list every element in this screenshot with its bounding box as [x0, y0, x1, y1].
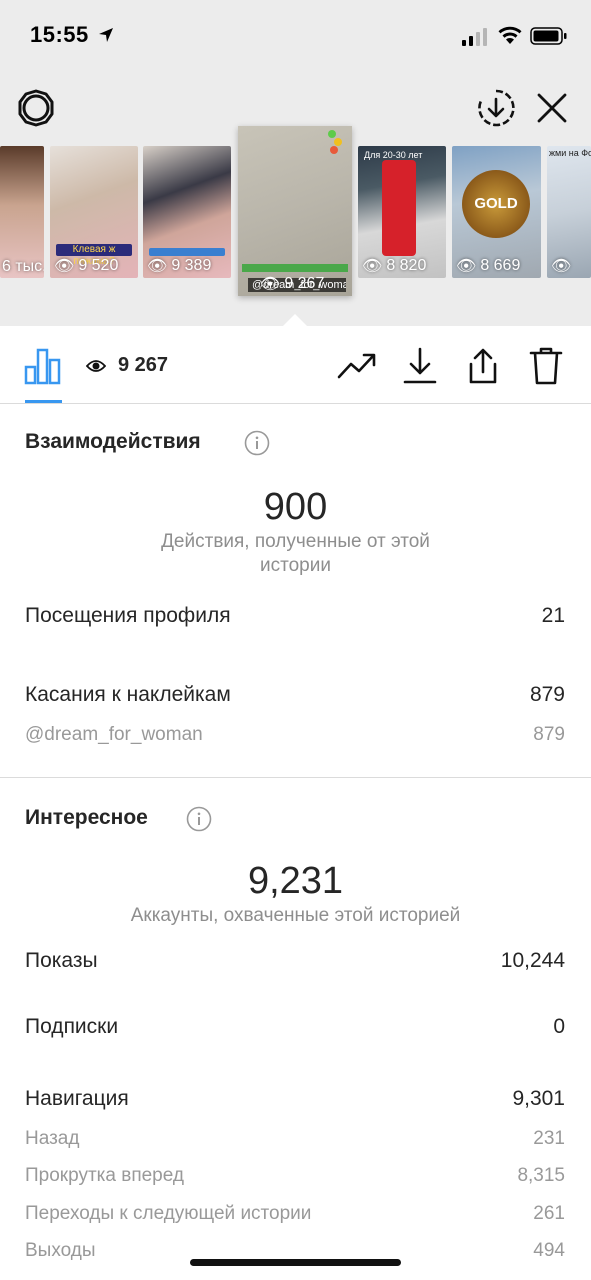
story-thumbnail[interactable]: 6 тыс.	[0, 146, 44, 278]
story-thumbnail[interactable]: GOLD 👁 8 669	[452, 146, 541, 278]
wifi-icon	[498, 26, 522, 44]
stat-label: Показы	[25, 949, 98, 972]
info-icon[interactable]	[186, 806, 212, 832]
stat-value: 21	[541, 604, 565, 627]
active-tab-indicator	[25, 400, 62, 403]
stat-label: Подписки	[25, 1015, 119, 1038]
selected-story-thumbnail[interactable]: @dream_for_woman 👁 9 267	[238, 126, 352, 296]
eye-icon: 👁	[551, 258, 572, 275]
stat-value: 8,315	[517, 1165, 565, 1186]
trend-up-icon	[337, 353, 376, 379]
stat-value: 10,244	[500, 949, 565, 972]
stat-subrow: Назад 231	[25, 1128, 565, 1150]
status-bar: 15:55	[0, 0, 591, 72]
views-count: 8 669	[480, 257, 521, 274]
reach-total: 9,231	[247, 860, 344, 902]
eye-icon: 👁	[54, 258, 75, 275]
views-count: 9 267	[284, 275, 325, 292]
trash-icon	[529, 347, 563, 385]
save-story-button[interactable]	[474, 86, 518, 130]
story-thumbnail[interactable]: жми на Фото д 👁	[547, 146, 591, 278]
download-circle-icon	[478, 89, 515, 127]
eye-icon: 👁	[147, 258, 168, 275]
caption-bar	[149, 248, 225, 256]
close-icon	[537, 93, 567, 123]
stat-label: Касания к наклейкам	[25, 683, 231, 706]
stat-row: Навигация 9,301	[25, 1087, 565, 1111]
location-arrow-icon	[99, 28, 113, 42]
eye-icon: 👁	[362, 258, 383, 275]
hearts-sticker	[328, 130, 346, 158]
caption-text: жми на Фото д	[549, 148, 591, 158]
download-button[interactable]	[400, 346, 440, 386]
bar-chart-icon	[24, 348, 61, 385]
stat-value: 0	[553, 1015, 565, 1038]
interactions-total-label: Действия, полученные от этой истории	[161, 531, 430, 576]
stat-subrow: Прокрутка вперед 8,315	[25, 1165, 565, 1187]
settings-button[interactable]	[14, 86, 58, 130]
home-indicator[interactable]	[190, 1259, 401, 1266]
views-count: 6 тыс.	[2, 258, 44, 275]
stat-row: Показы 10,244	[25, 949, 565, 973]
caption-text: Для 20-30 лет	[364, 150, 423, 160]
insights-tab[interactable]	[23, 346, 63, 386]
stat-subrow: @dream_for_woman 879	[25, 724, 565, 746]
stat-value: 879	[533, 724, 565, 745]
close-button[interactable]	[530, 86, 574, 130]
delete-button[interactable]	[526, 346, 566, 386]
stat-label: Выходы	[25, 1240, 96, 1261]
section-title: Взаимодействия	[25, 430, 201, 453]
status-time: 15:55	[30, 22, 89, 47]
stat-value: 261	[533, 1203, 565, 1224]
stat-row: Посещения профиля 21	[25, 604, 565, 628]
battery-icon	[530, 27, 567, 45]
stat-value: 879	[529, 683, 565, 706]
stat-label: @dream_for_woman	[25, 724, 203, 745]
views-count: 9 389	[171, 257, 212, 274]
eye-icon: 👁	[260, 276, 281, 293]
gear-icon	[18, 89, 54, 127]
section-divider	[0, 777, 591, 778]
stat-value: 9,301	[512, 1087, 565, 1110]
stat-subrow: Переходы к следующей истории 261	[25, 1203, 565, 1225]
stat-row: Подписки 0	[25, 1015, 565, 1039]
interactions-total: 900	[263, 486, 328, 528]
gold-jar: GOLD	[462, 170, 530, 238]
caption-bar	[242, 264, 348, 272]
product-tube	[382, 160, 416, 256]
caption-bar: Клевая ж пижама?	[56, 244, 132, 267]
story-view-count: 9 267	[86, 354, 168, 377]
stat-label: Навигация	[25, 1087, 129, 1110]
stat-value: 494	[533, 1240, 565, 1261]
stat-label: Прокрутка вперед	[25, 1165, 184, 1186]
share-button[interactable]	[463, 346, 503, 386]
stat-row: Касания к наклейкам 879	[25, 683, 565, 707]
info-icon[interactable]	[244, 430, 270, 456]
story-thumbnail[interactable]: Для 20-30 лет 👁 8 820	[358, 146, 446, 278]
stat-value: 231	[533, 1128, 565, 1149]
share-icon	[469, 348, 497, 384]
views-count: 9 520	[78, 257, 119, 274]
story-thumbnail[interactable]: Клевая ж пижама? 👁 9 520	[50, 146, 138, 278]
download-icon	[403, 347, 437, 384]
stat-label: Переходы к следующей истории	[25, 1203, 312, 1224]
reach-total-label: Аккаунты, охваченные этой историей	[130, 905, 461, 926]
eye-icon: 👁	[456, 258, 477, 275]
section-title: Интересное	[25, 806, 148, 829]
views-count: 8 820	[386, 257, 427, 274]
stat-label: Посещения профиля	[25, 604, 231, 627]
story-thumbnail[interactable]: 👁 9 389	[143, 146, 231, 278]
view-count-value: 9 267	[118, 354, 169, 376]
stat-label: Назад	[25, 1128, 80, 1149]
eye-icon	[86, 359, 106, 372]
promote-button[interactable]	[337, 346, 377, 386]
signal-icon	[462, 28, 487, 46]
